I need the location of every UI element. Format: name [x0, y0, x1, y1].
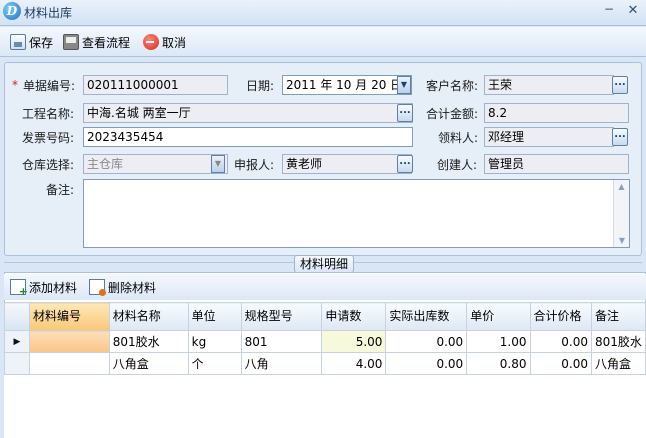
invoice-label: 发票号码:: [22, 131, 75, 145]
col-header[interactable]: 单位: [187, 302, 242, 331]
cell-remark[interactable]: 八角盒: [591, 352, 646, 375]
creator-field: 管理员: [484, 154, 629, 174]
delete-material-button[interactable]: 删除材料: [89, 276, 156, 298]
delete-doc-icon: [89, 279, 106, 296]
warehouse-label: 仓库选择:: [22, 158, 75, 172]
table-row[interactable]: 八角盒 个 八角 4.00 0.00 0.80 0.00 八角盒: [4, 352, 646, 375]
row-indicator[interactable]: [4, 352, 30, 375]
receiver-field[interactable]: 邓经理: [484, 127, 614, 147]
receiver-label: 领料人:: [438, 131, 479, 145]
save-button[interactable]: 保存: [10, 31, 53, 53]
doc-no-label: 单据编号:: [23, 79, 76, 93]
warehouse-dropdown-icon[interactable]: ▼: [211, 155, 225, 173]
cancel-button[interactable]: 取消: [143, 31, 186, 53]
save-icon: [10, 34, 26, 50]
col-header[interactable]: 规格型号: [240, 302, 323, 331]
minimize-icon[interactable]: −: [602, 2, 616, 18]
cell-price[interactable]: 0.80: [466, 352, 531, 375]
receiver-lookup-button[interactable]: ...: [612, 128, 628, 146]
project-field[interactable]: 中海.名城 两室一厅: [83, 103, 413, 123]
cell-name[interactable]: 八角盒: [108, 352, 189, 375]
applicant-lookup-button[interactable]: ...: [397, 155, 413, 173]
table-row[interactable]: ▶ 801胶水 kg 801 5.00 0.00 1.00 0.00 801胶水: [4, 330, 646, 353]
cell-name[interactable]: 801胶水: [108, 330, 189, 353]
col-header[interactable]: 备注: [591, 302, 646, 331]
doc-no-field[interactable]: 020111000001: [83, 75, 228, 95]
row-indicator-icon[interactable]: ▶: [4, 330, 30, 353]
project-lookup-button[interactable]: ...: [397, 104, 413, 122]
project-label: 工程名称:: [22, 107, 75, 121]
customer-field[interactable]: 王荣: [484, 75, 614, 95]
cell-unit[interactable]: kg: [187, 330, 242, 353]
save-button-label: 保存: [29, 35, 54, 50]
grid-toolbar: 添加材料 删除材料: [4, 274, 646, 300]
material-grid: 材料编号 材料名称 单位 规格型号 申请数 实际出库数 单价 合计价格 备注 ▶…: [4, 302, 646, 438]
required-mark: *: [12, 78, 18, 92]
cell-apply[interactable]: 4.00: [321, 352, 387, 375]
cell-unit[interactable]: 个: [187, 352, 242, 375]
delete-material-label: 删除材料: [108, 280, 157, 295]
creator-label: 创建人:: [437, 158, 478, 172]
app-logo-icon: D: [3, 2, 21, 20]
warehouse-select[interactable]: 主仓库: [83, 154, 228, 174]
cell-apply[interactable]: 5.00: [321, 330, 387, 353]
cell-price[interactable]: 1.00: [466, 330, 531, 353]
cancel-button-label: 取消: [162, 35, 187, 50]
date-dropdown-icon[interactable]: ▼: [397, 76, 411, 94]
printer-icon: [63, 34, 79, 50]
title-bar: [0, 0, 646, 26]
customer-lookup-button[interactable]: ...: [612, 76, 628, 94]
cell-spec[interactable]: 八角: [240, 352, 323, 375]
view-flow-button-label: 查看流程: [82, 35, 131, 50]
date-field[interactable]: 2011 年 10 月 20 日: [282, 75, 412, 95]
add-doc-icon: [10, 279, 28, 298]
remark-textarea[interactable]: [83, 179, 630, 248]
col-header[interactable]: 申请数: [321, 302, 387, 331]
applicant-label: 申报人:: [234, 158, 275, 172]
add-material-label: 添加材料: [29, 280, 78, 295]
customer-label: 客户名称:: [426, 79, 479, 93]
col-header[interactable]: 材料名称: [108, 302, 189, 331]
toolbar: 保存 查看流程 取消: [0, 27, 646, 57]
date-label: 日期:: [246, 79, 275, 93]
invoice-field[interactable]: 2023435454: [83, 127, 413, 147]
col-header[interactable]: 合计价格: [529, 302, 593, 331]
remark-scrollbar[interactable]: ▲ ▼: [613, 180, 629, 247]
cell-subtotal[interactable]: 0.00: [529, 352, 593, 375]
col-header[interactable]: 单价: [466, 302, 531, 331]
cell-subtotal[interactable]: 0.00: [529, 330, 593, 353]
material-table: 材料编号 材料名称 单位 规格型号 申请数 实际出库数 单价 合计价格 备注 ▶…: [4, 302, 646, 375]
cell-code[interactable]: [29, 352, 110, 375]
col-header[interactable]: 材料编号: [29, 302, 110, 331]
cell-spec[interactable]: 801: [240, 330, 323, 353]
cell-actual[interactable]: 0.00: [385, 352, 468, 375]
scroll-down-icon[interactable]: ▼: [614, 236, 630, 245]
add-material-button[interactable]: 添加材料: [10, 276, 77, 298]
view-flow-button[interactable]: 查看流程: [63, 31, 130, 53]
remark-label: 备注:: [46, 183, 75, 197]
applicant-field[interactable]: 黄老师: [282, 154, 412, 174]
total-label: 合计金额:: [426, 107, 479, 121]
window-title: 材料出库: [24, 6, 73, 20]
cell-remark[interactable]: 801胶水: [591, 330, 646, 353]
cell-actual[interactable]: 0.00: [385, 330, 468, 353]
tab-material-detail[interactable]: 材料明细: [294, 255, 354, 273]
close-icon[interactable]: ✕: [626, 3, 640, 19]
grid-corner[interactable]: [4, 302, 30, 331]
cancel-icon: [143, 34, 159, 50]
total-field: 8.2: [484, 103, 629, 123]
scroll-up-icon[interactable]: ▲: [614, 182, 629, 191]
col-header[interactable]: 实际出库数: [385, 302, 468, 331]
cell-code[interactable]: [29, 330, 110, 353]
